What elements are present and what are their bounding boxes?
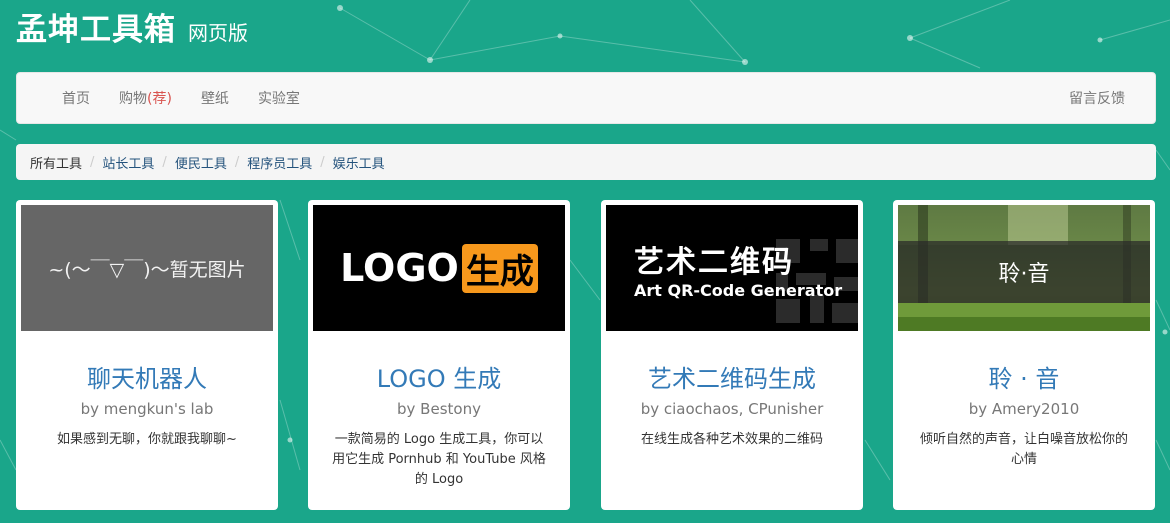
tool-card-logo-generator[interactable]: LOGO 生成 LOGO 生成 by Bestony 一款简易的 Logo 生成… [308, 200, 570, 510]
tool-card-chatbot[interactable]: ~(～￣▽￣)～暂无图片 聊天机器人 by mengkun's lab 如果感到… [16, 200, 278, 510]
crumb-separator: / [234, 154, 240, 170]
thumbnail-overlay: 聆·音 [898, 241, 1150, 303]
card-author: by Bestony [397, 400, 481, 418]
nav-item-home[interactable]: 首页 [62, 88, 90, 108]
card-description: 倾听自然的声音，让白噪音放松你的心情 [919, 432, 1128, 467]
navbar: 首页 购物(荐) 壁纸 实验室 留言反馈 [16, 72, 1156, 124]
card-description: 在线生成各种艺术效果的二维码 [640, 432, 823, 447]
nav-left: 首页 购物(荐) 壁纸 实验室 [62, 88, 329, 108]
nav-item-shopping[interactable]: 购物(荐) [119, 88, 172, 108]
crumb-webmaster-tools[interactable]: 站长工具 [102, 153, 154, 172]
nav-item-wallpaper[interactable]: 壁纸 [201, 88, 229, 108]
crumb-entertainment-tools[interactable]: 娱乐工具 [333, 153, 385, 172]
card-author: by Amery2010 [968, 400, 1080, 418]
card-thumbnail[interactable]: LOGO 生成 [313, 205, 565, 331]
no-image-text: ~(～￣▽￣)～暂无图片 [48, 258, 246, 281]
card-title[interactable]: 聊天机器人 [21, 359, 273, 394]
crumb-convenience-tools[interactable]: 便民工具 [175, 153, 227, 172]
card-description: 一款简易的 Logo 生成工具，你可以用它生成 Pornhub 和 YouTub… [332, 432, 546, 487]
overlay-text: 聆·音 [998, 262, 1050, 287]
tool-card-art-qrcode[interactable]: 艺术二维码 Art QR-Code Generator 艺术二维码生成 by c… [601, 200, 863, 510]
nav-item-shopping-label: 购物 [119, 91, 147, 107]
card-title[interactable]: 艺术二维码生成 [606, 359, 858, 394]
crumb-separator: / [162, 154, 167, 170]
site-subtitle: 网页版 [188, 21, 248, 45]
category-breadcrumb: 所有工具 / 站长工具 / 便民工具 / 程序员工具 / 娱乐工具 [16, 144, 1156, 180]
recommend-badge: (荐) [147, 91, 172, 107]
site-title[interactable]: 孟坤工具箱 [16, 4, 176, 49]
card-thumbnail[interactable]: ~(～￣▽￣)～暂无图片 [21, 205, 273, 331]
card-author: by ciaochaos, CPunisher [640, 400, 824, 418]
nav-item-lab[interactable]: 实验室 [258, 88, 300, 108]
tool-card-nature-sound[interactable]: 聆·音 聆 · 音 by Amery2010 倾听自然的声音，让白噪音放松你的心… [893, 200, 1155, 510]
nav-item-feedback[interactable]: 留言反馈 [1069, 91, 1125, 107]
card-thumbnail[interactable]: 艺术二维码 Art QR-Code Generator [606, 205, 858, 331]
crumb-programmer-tools[interactable]: 程序员工具 [247, 153, 312, 172]
card-thumbnail[interactable]: 聆·音 [898, 205, 1150, 331]
card-title[interactable]: 聆 · 音 [898, 359, 1150, 394]
crumb-separator: / [320, 154, 325, 170]
logo-word: LOGO [340, 246, 459, 290]
card-title[interactable]: LOGO 生成 [313, 359, 565, 394]
card-description: 如果感到无聊，你就跟我聊聊~ [57, 432, 237, 447]
qr-title-text: 艺术二维码 [634, 245, 794, 280]
site-header: 孟坤工具箱 网页版 [16, 4, 248, 49]
nav-right: 留言反馈 [1069, 88, 1125, 108]
logo-badge: 生成 [461, 243, 538, 293]
crumb-separator: / [90, 154, 95, 170]
qr-subtitle-text: Art QR-Code Generator [634, 281, 843, 300]
card-author: by mengkun's lab [80, 400, 214, 418]
crumb-all-tools[interactable]: 所有工具 [30, 153, 82, 172]
